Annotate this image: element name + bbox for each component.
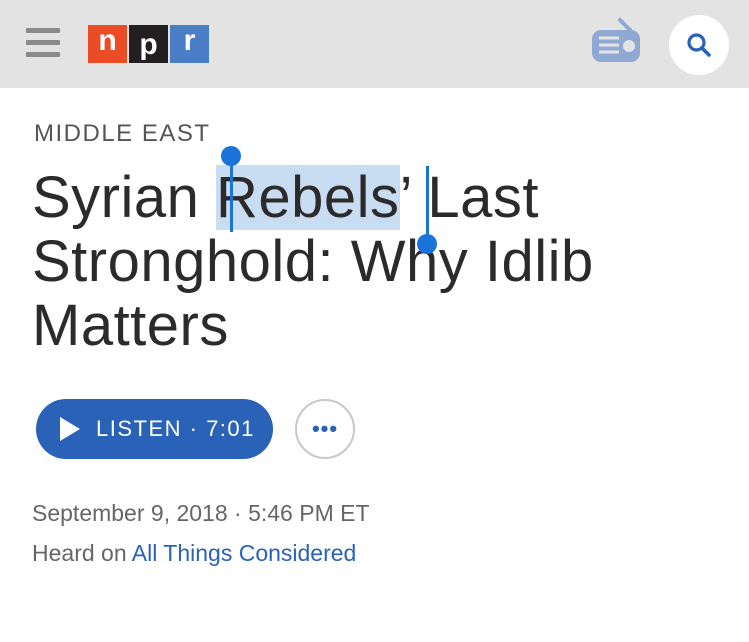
more-options-icon: ••• bbox=[311, 416, 339, 441]
selection-start-bar bbox=[230, 166, 233, 232]
selected-text[interactable]: Rebels bbox=[216, 165, 400, 230]
selection-end-bar bbox=[426, 166, 429, 236]
npr-logo[interactable]: n p r bbox=[88, 25, 211, 63]
listen-label: LISTEN · 7:01 bbox=[96, 416, 255, 441]
article-headline: Syrian Rebels’ Last Stronghold: Why Idli… bbox=[32, 165, 722, 358]
heard-on-line: Heard on All Things Considered bbox=[32, 540, 356, 567]
article-date: September 9, 2018 · 5:46 PM ET bbox=[32, 500, 370, 526]
radio-icon[interactable] bbox=[590, 16, 642, 66]
search-button[interactable] bbox=[669, 15, 729, 75]
logo-letter-r: r bbox=[170, 25, 209, 63]
more-options-button[interactable]: ••• bbox=[295, 399, 355, 459]
listen-button[interactable]: LISTEN · 7:01 bbox=[36, 399, 273, 459]
search-icon bbox=[687, 33, 711, 57]
logo-letter-p: p bbox=[129, 25, 168, 63]
headline-text-before: Syrian bbox=[32, 165, 217, 230]
section-link-middle-east[interactable]: MIDDLE EAST bbox=[34, 120, 211, 148]
site-header: n p r bbox=[0, 0, 749, 88]
program-link[interactable]: All Things Considered bbox=[132, 540, 357, 566]
selection-start-handle[interactable] bbox=[221, 146, 241, 166]
selection-end-handle[interactable] bbox=[417, 234, 437, 254]
heard-on-label: Heard on bbox=[32, 540, 132, 566]
logo-letter-n: n bbox=[88, 25, 127, 63]
play-icon bbox=[60, 417, 80, 441]
hamburger-menu-icon[interactable] bbox=[26, 28, 60, 58]
